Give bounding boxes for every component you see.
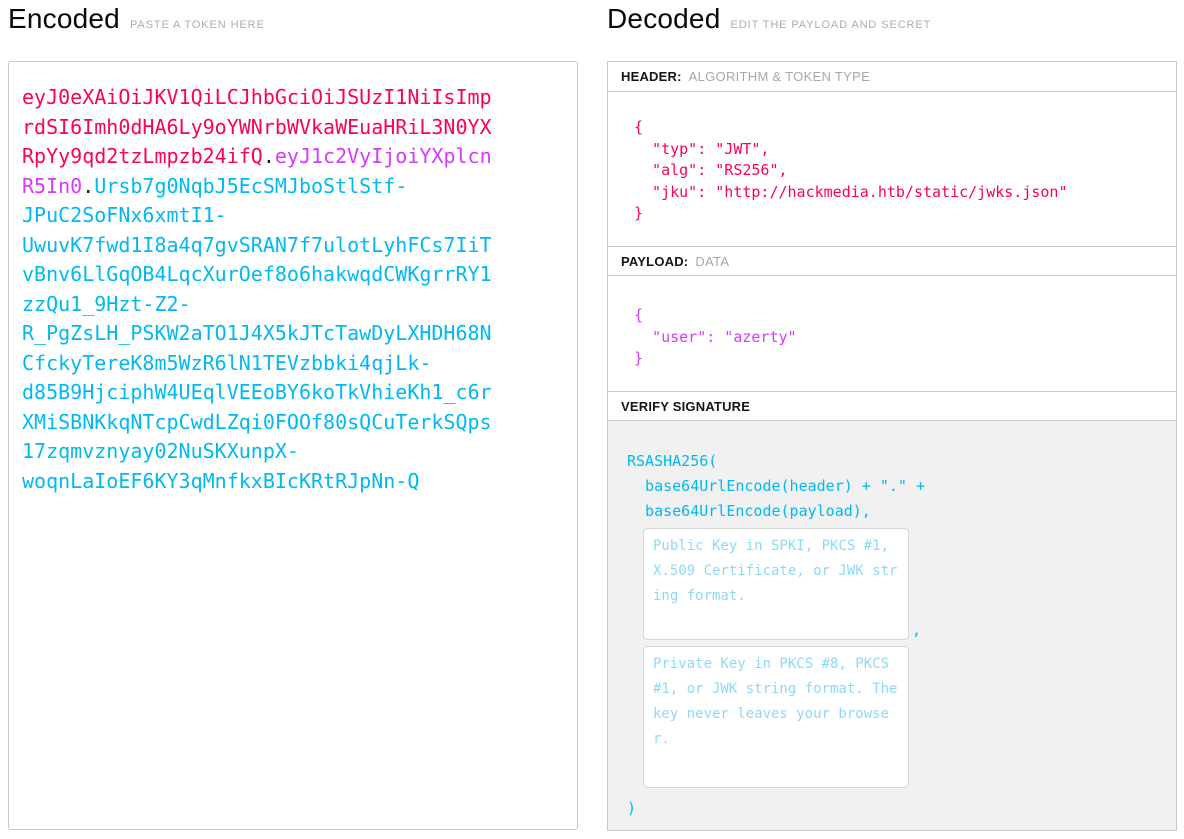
signature-label: VERIFY SIGNATURE bbox=[621, 399, 750, 414]
encoded-subtitle: PASTE A TOKEN HERE bbox=[130, 19, 265, 31]
jwt-debugger: Encoded PASTE A TOKEN HERE eyJ0eXAiOiJKV… bbox=[0, 0, 1184, 839]
encoded-token-editor[interactable]: eyJ0eXAiOiJKV1QiLCJhbGciOiJSUzI1NiIsImpr… bbox=[8, 61, 578, 830]
signature-function-open: RSASHA256( bbox=[627, 449, 1162, 474]
public-key-row: , bbox=[643, 528, 1162, 640]
decoded-subtitle: EDIT THE PAYLOAD AND SECRET bbox=[730, 19, 931, 31]
encoded-title: Encoded bbox=[8, 3, 120, 35]
encoded-header: Encoded PASTE A TOKEN HERE bbox=[8, 3, 265, 35]
signature-encode-header-line: base64UrlEncode(header) + "." + bbox=[627, 474, 1162, 499]
token-signature-segment[interactable]: Ursb7g0NqbJ5EcSMJboStlStf-JPuC2SoFNx6xmt… bbox=[22, 174, 492, 493]
header-label: HEADER: bbox=[621, 69, 682, 84]
private-key-input[interactable] bbox=[643, 646, 909, 788]
token-separator-dot: . bbox=[82, 174, 94, 198]
payload-json-editor[interactable]: { "user": "azerty" } bbox=[608, 276, 1176, 391]
signature-function-close: ) bbox=[627, 796, 1162, 821]
header-label-hint: ALGORITHM & TOKEN TYPE bbox=[689, 69, 870, 84]
jwt-token[interactable]: eyJ0eXAiOiJKV1QiLCJhbGciOiJSUzI1NiIsImpr… bbox=[22, 83, 495, 496]
header-json-editor[interactable]: { "typ": "JWT", "alg": "RS256", "jku": "… bbox=[608, 92, 1176, 246]
payload-label: PAYLOAD: bbox=[621, 254, 688, 269]
payload-label-hint: DATA bbox=[695, 254, 729, 269]
verify-signature-area: RSASHA256( base64UrlEncode(header) + "."… bbox=[608, 421, 1176, 830]
token-separator-dot: . bbox=[263, 144, 275, 168]
header-section-label: HEADER: ALGORITHM & TOKEN TYPE bbox=[608, 62, 1176, 92]
decoded-panel: HEADER: ALGORITHM & TOKEN TYPE { "typ": … bbox=[607, 61, 1177, 831]
decoded-header: Decoded EDIT THE PAYLOAD AND SECRET bbox=[607, 3, 931, 35]
verify-signature-label: VERIFY SIGNATURE bbox=[608, 391, 1176, 421]
public-key-input[interactable] bbox=[643, 528, 909, 640]
signature-encode-payload-line: base64UrlEncode(payload), bbox=[627, 499, 1162, 524]
payload-section-label: PAYLOAD: DATA bbox=[608, 246, 1176, 276]
decoded-title: Decoded bbox=[607, 3, 720, 35]
signature-comma: , bbox=[912, 620, 921, 640]
